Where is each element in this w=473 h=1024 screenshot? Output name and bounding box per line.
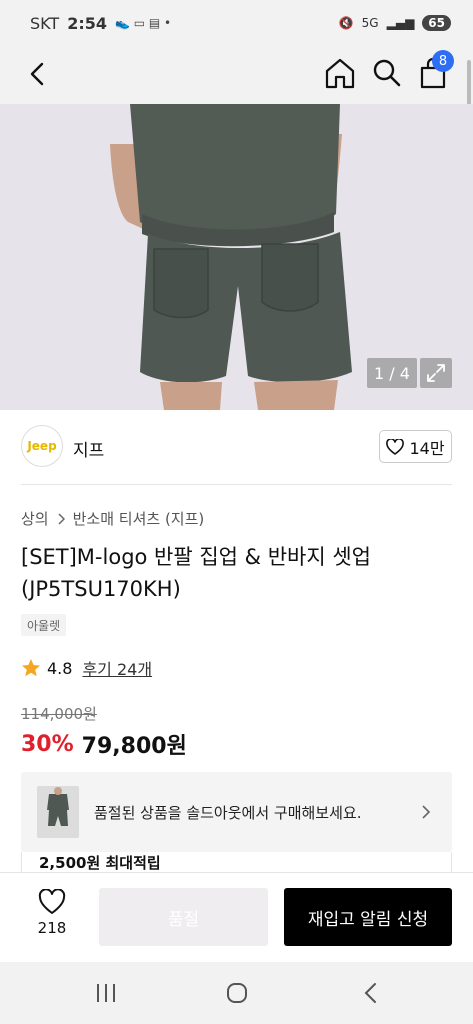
recent-apps-icon (97, 984, 115, 1002)
soldout-thumbnail (37, 786, 79, 838)
wishlist-count: 218 (37, 919, 67, 937)
home-button[interactable] (324, 56, 356, 90)
cart-count-badge: 8 (432, 50, 454, 72)
mute-icon: 🔇 (338, 16, 354, 30)
points-info: 2,500원 최대적립 (21, 852, 452, 872)
home-system-button[interactable] (222, 978, 252, 1008)
chevron-left-icon (30, 62, 44, 86)
back-chevron-icon (364, 983, 376, 1003)
star-icon (22, 659, 40, 677)
brand-logo[interactable]: Jeep (21, 425, 63, 467)
product-title: [SET]M-logo 반팔 집업 & 반바지 셋업 (JP5TSU170KH) (21, 545, 372, 601)
brand-like-button[interactable]: 14만 (379, 430, 452, 463)
restock-alert-button[interactable]: 재입고 알림 신청 (284, 888, 452, 946)
divider (21, 484, 452, 485)
brand-like-count: 14만 (409, 438, 445, 458)
brand-row: Jeep 지프 14만 (0, 410, 473, 484)
heart-icon (38, 889, 66, 914)
rating-row: 4.8 후기 24개 (21, 656, 152, 680)
search-icon (373, 59, 401, 87)
breadcrumb-category[interactable]: 상의 (21, 508, 49, 529)
rating-value: 4.8 (47, 658, 73, 678)
soldout-banner-text: 품절된 상품을 솔드아웃에서 구매해보세요. (94, 804, 362, 822)
search-button[interactable] (371, 57, 403, 89)
breadcrumb-subcategory[interactable]: 반소매 티셔츠 (지프) (73, 508, 205, 529)
notification-icons: 👟 ▭ ▤ • (114, 16, 172, 30)
brand-name[interactable]: 지프 (73, 436, 104, 461)
chevron-right-icon (422, 805, 431, 819)
recent-apps-button[interactable] (91, 978, 121, 1008)
brand-logo-text: Jeep (27, 439, 57, 453)
discount-rate: 30% (21, 731, 74, 757)
action-bar: 218 품절 재입고 알림 신청 (0, 872, 473, 962)
price-row: 30% 79,800원 (21, 728, 187, 760)
cart-button[interactable]: 8 (418, 50, 454, 92)
expand-icon (427, 364, 445, 382)
back-system-button[interactable] (356, 978, 386, 1008)
wishlist-button[interactable]: 218 (20, 889, 84, 937)
reviews-link[interactable]: 후기 24개 (82, 656, 152, 680)
system-nav-bar (0, 962, 473, 1024)
outlet-tag: 아울렛 (21, 614, 67, 636)
home-icon (325, 58, 355, 89)
battery-icon: 65 (422, 15, 451, 31)
carrier-label: SKT (30, 13, 60, 33)
expand-image-button[interactable] (420, 358, 452, 388)
scrollbar[interactable] (467, 60, 471, 106)
network-label: 5G (361, 16, 379, 30)
home-circle-icon (227, 983, 247, 1003)
signal-icon: ▂▄▆ (386, 16, 415, 30)
original-price: 114,000원 (21, 705, 97, 723)
chevron-right-icon (58, 512, 65, 525)
heart-icon (386, 438, 405, 455)
back-button[interactable] (24, 58, 52, 90)
soldout-button[interactable]: 품절 (99, 888, 268, 946)
sale-price: 79,800원 (81, 734, 187, 759)
status-bar: SKT 2:54 👟 ▭ ▤ • 🔇 5G ▂▄▆ 65 (0, 0, 473, 46)
top-nav: 8 (0, 46, 473, 104)
soldout-banner[interactable]: 품절된 상품을 솔드아웃에서 구매해보세요. (21, 772, 452, 852)
clock: 2:54 (67, 13, 107, 33)
image-counter: 1 / 4 (367, 358, 417, 388)
breadcrumb: 상의 반소매 티셔츠 (지프) (21, 508, 204, 529)
